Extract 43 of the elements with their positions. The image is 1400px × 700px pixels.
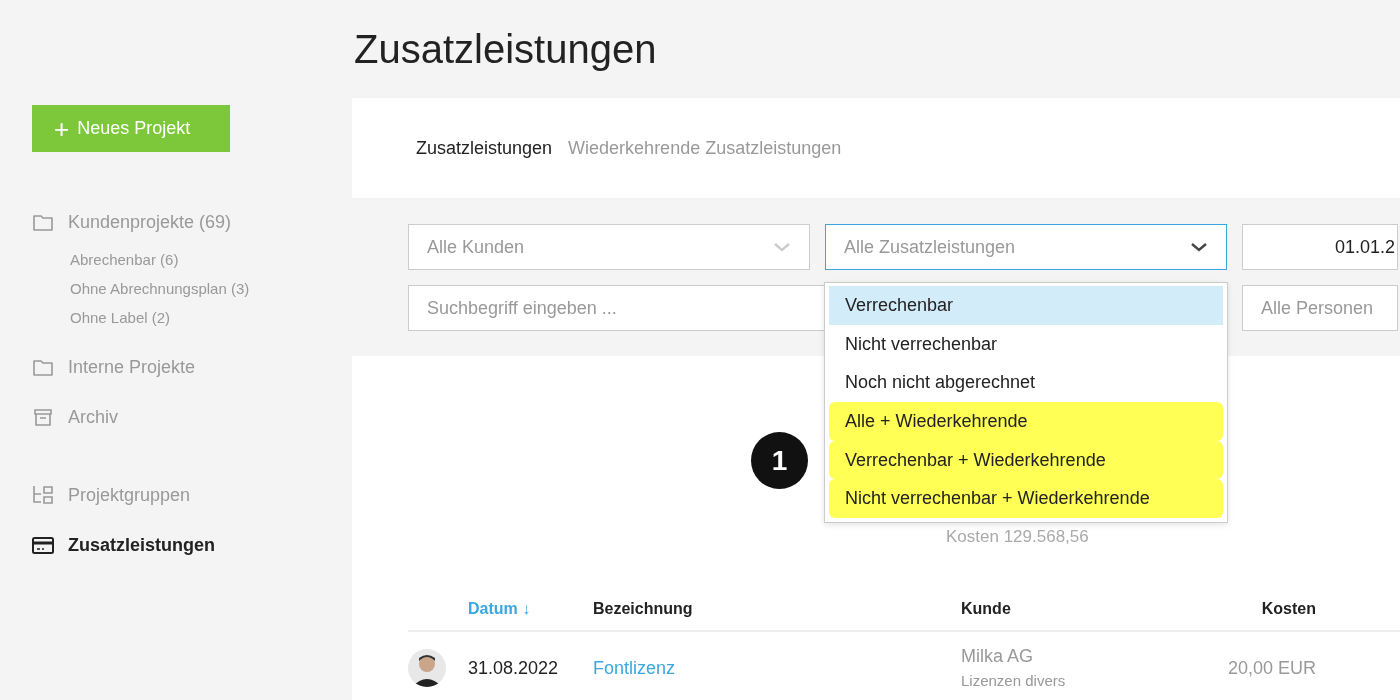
groups-icon	[32, 484, 54, 506]
customer-note: Lizenzen divers	[961, 671, 1067, 692]
sidebar-subitem[interactable]: Abrechenbar (6)	[70, 246, 352, 275]
sidebar-label: Interne Projekte	[68, 355, 196, 379]
dropdown-option[interactable]: Verrechenbar + Wiederkehrende	[829, 440, 1223, 480]
sidebar-subitem[interactable]: Ohne Label (2)	[70, 304, 352, 333]
cost-cell-text: 20,00 EUR	[1226, 656, 1316, 680]
sidebar-item[interactable]: Interne Projekte	[32, 347, 352, 387]
sidebar-item[interactable]: Archiv	[32, 397, 352, 437]
avatar	[408, 649, 446, 687]
sidebar-item[interactable]: Kundenprojekte (69)	[32, 202, 352, 242]
cost-summary: Kosten 129.568,56	[946, 526, 1089, 548]
column-header[interactable]: Datum ↓	[468, 597, 593, 621]
sidebar-item[interactable]: Projektgruppen	[32, 475, 352, 515]
column-header[interactable]: Kunde	[961, 597, 1216, 621]
tab[interactable]: Wiederkehrende Zusatzleistungen	[568, 134, 842, 162]
annotation-marker: 1	[751, 432, 808, 489]
sidebar-label: Kundenprojekte (69)	[68, 210, 232, 234]
person-select[interactable]: Alle Personen	[1242, 285, 1398, 331]
column-header[interactable]: Kosten	[1216, 597, 1316, 621]
date-cell-text: 31.08.2022	[468, 656, 560, 680]
dropdown-option[interactable]: Alle + Wiederkehrende	[829, 402, 1223, 441]
chevron-down-icon	[773, 242, 791, 252]
customer-select[interactable]: Alle Kunden	[408, 224, 810, 270]
dropdown-option[interactable]: Noch nicht abgerechnet	[829, 363, 1223, 403]
new-project-button[interactable]: + Neues Projekt	[32, 105, 230, 152]
sidebar-label: Zusatzleistungen	[68, 533, 215, 557]
sidebar-label: Archiv	[68, 405, 118, 429]
card-icon	[32, 534, 54, 556]
sidebar-label: Projektgruppen	[68, 483, 191, 507]
archive-icon	[32, 406, 54, 428]
dropdown-option[interactable]: Verrechenbar	[829, 286, 1223, 325]
customer-name: Milka AG	[961, 645, 1035, 669]
tab[interactable]: Zusatzleistungen	[416, 134, 553, 162]
column-header[interactable]: Bezeichnung	[593, 597, 961, 621]
service-link[interactable]: Fontlizenz	[593, 657, 676, 678]
service-select[interactable]: Alle Zusatzleistungen	[825, 224, 1227, 270]
page-title: Zusatzleistungen	[353, 26, 658, 73]
dropdown-option[interactable]: Nicht verrechenbar + Wiederkehrende	[829, 479, 1223, 519]
date-field[interactable]: 01.01.2	[1242, 224, 1398, 270]
sidebar-subitem[interactable]: Ohne Abrechnungsplan (3)	[70, 275, 352, 304]
chevron-down-icon	[1190, 242, 1208, 252]
sidebar-item[interactable]: Zusatzleistungen	[32, 525, 352, 565]
